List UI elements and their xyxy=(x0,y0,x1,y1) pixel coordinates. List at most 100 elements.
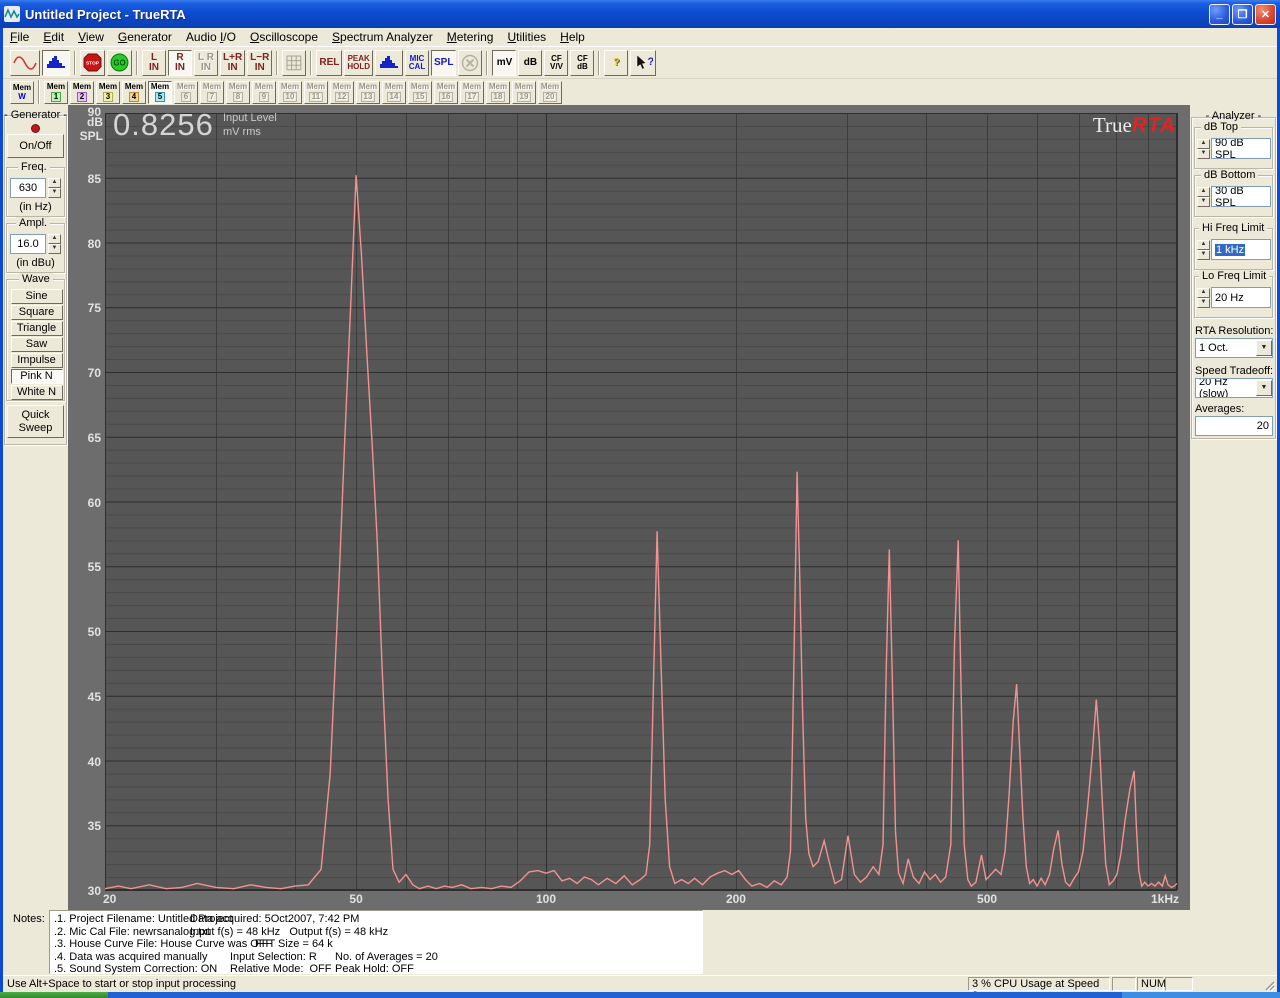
menu-spectrum-analyzer[interactable]: Spectrum Analyzer xyxy=(325,29,440,45)
notes-box[interactable]: .1. Project Filename: Untitled ProjectDa… xyxy=(49,910,703,974)
mem-4-button[interactable]: Mem4 xyxy=(122,81,146,104)
mem-7-button[interactable]: Mem7 xyxy=(200,81,224,104)
averages-input[interactable]: 20 xyxy=(1195,416,1273,436)
mem-button-number: 14 xyxy=(387,92,402,102)
db-units-button[interactable]: dB xyxy=(518,50,542,76)
freq-input[interactable]: 630 xyxy=(10,178,46,198)
mem-8-button[interactable]: Mem8 xyxy=(226,81,250,104)
wave-sine-button[interactable]: Sine xyxy=(11,289,63,304)
generator-onoff-button[interactable]: On/Off xyxy=(7,134,64,158)
lo-freq-spin-down[interactable]: ▼ xyxy=(1197,298,1210,308)
minimize-button[interactable]: _ xyxy=(1209,4,1230,25)
wave-triangle-button[interactable]: Triangle xyxy=(11,321,63,336)
mem-13-button[interactable]: Mem13 xyxy=(356,81,380,104)
mem-3-button[interactable]: Mem3 xyxy=(96,81,120,104)
menu-generator[interactable]: Generator xyxy=(111,29,179,45)
mem-2-button[interactable]: Mem2 xyxy=(70,81,94,104)
menu-utilities[interactable]: Utilities xyxy=(500,29,553,45)
peak-hold-button[interactable]: PEAKHOLD xyxy=(344,50,373,76)
relative-mode-button[interactable]: REL xyxy=(316,50,342,76)
freq-spin-up[interactable]: ▲ xyxy=(48,178,61,188)
mem-20-button[interactable]: Mem20 xyxy=(538,81,562,104)
left-input-button[interactable]: LIN xyxy=(142,50,166,76)
mem-1-button[interactable]: Mem1 xyxy=(44,81,68,104)
rta-resolution-combo[interactable]: 1 Oct. ▼ xyxy=(1195,338,1273,358)
menu-oscilloscope[interactable]: Oscilloscope xyxy=(243,29,325,45)
mem-17-button[interactable]: Mem17 xyxy=(460,81,484,104)
l-plus-r-input-button[interactable]: L+RIN xyxy=(220,50,245,76)
ampl-spin-up[interactable]: ▲ xyxy=(48,234,61,244)
spl-button[interactable]: SPL xyxy=(431,50,456,76)
mem-button-number: 15 xyxy=(413,92,428,102)
help-button[interactable]: ? xyxy=(604,50,628,76)
mem-15-button[interactable]: Mem15 xyxy=(408,81,432,104)
wave-white-n-button[interactable]: White N xyxy=(11,385,63,400)
mem-19-button[interactable]: Mem19 xyxy=(512,81,536,104)
quick-sweep-button[interactable]: Quick Sweep xyxy=(7,405,64,438)
stereo-input-button[interactable]: L RIN xyxy=(194,50,218,76)
lo-freq-input[interactable]: 20 Hz xyxy=(1211,287,1271,308)
resize-grip[interactable] xyxy=(1264,980,1276,992)
menu-view[interactable]: View xyxy=(71,29,111,45)
crest-factor-vv-button[interactable]: CFV/V xyxy=(544,50,568,76)
close-button[interactable]: ✕ xyxy=(1255,4,1276,25)
mem-9-button[interactable]: Mem9 xyxy=(252,81,276,104)
crest-factor-db-button[interactable]: CFdB xyxy=(570,50,594,76)
menu-metering[interactable]: Metering xyxy=(440,29,501,45)
clear-button[interactable] xyxy=(458,50,482,76)
plot-area xyxy=(68,105,1190,910)
freq-spin-down[interactable]: ▼ xyxy=(48,188,61,198)
hi-freq-input[interactable]: 1 kHz xyxy=(1211,239,1271,260)
mem-16-button[interactable]: Mem16 xyxy=(434,81,458,104)
x-tick-500: 500 xyxy=(972,892,1002,906)
title-bar[interactable]: Untitled Project - TrueRTA _ ❐ ✕ xyxy=(0,0,1280,28)
hi-freq-spin-up[interactable]: ▲ xyxy=(1197,240,1210,250)
mem-6-button[interactable]: Mem6 xyxy=(174,81,198,104)
db-bottom-spin-up[interactable]: ▲ xyxy=(1197,187,1210,197)
rta-display-button[interactable] xyxy=(42,50,70,76)
db-top-spin-up[interactable]: ▲ xyxy=(1197,139,1210,149)
speed-tradeoff-dropdown-icon[interactable]: ▼ xyxy=(1256,380,1272,396)
menu-audio-i-o[interactable]: Audio I/O xyxy=(179,29,243,45)
wave-impulse-button[interactable]: Impulse xyxy=(11,353,63,368)
app-icon[interactable] xyxy=(4,6,20,22)
menu-file[interactable]: File xyxy=(3,29,36,45)
taskbar[interactable] xyxy=(0,992,1280,998)
lo-freq-spin-up[interactable]: ▲ xyxy=(1197,288,1210,298)
db-units-button-label: dB xyxy=(524,58,537,68)
notes-line-5-col-2: Relative Mode: OFF xyxy=(230,963,331,975)
mem-10-button[interactable]: Mem10 xyxy=(278,81,302,104)
wave-pink-n-button[interactable]: Pink N xyxy=(11,369,63,384)
hi-freq-spin-down[interactable]: ▼ xyxy=(1197,250,1210,260)
db-top-spin-down[interactable]: ▼ xyxy=(1197,149,1210,159)
ampl-input[interactable]: 16.0 xyxy=(10,234,46,254)
db-top-input[interactable]: 90 dB SPL xyxy=(1211,138,1271,159)
db-bottom-input[interactable]: 30 dB SPL xyxy=(1211,186,1271,207)
wave-square-button[interactable]: Square xyxy=(11,305,63,320)
wave-saw-button[interactable]: Saw xyxy=(11,337,63,352)
mem-14-button[interactable]: Mem14 xyxy=(382,81,406,104)
mem-w-button[interactable]: MemW xyxy=(10,81,34,104)
rta-resolution-dropdown-icon[interactable]: ▼ xyxy=(1256,340,1272,356)
graticule-button[interactable] xyxy=(282,50,306,76)
speed-tradeoff-combo[interactable]: 20 Hz (slow) ▼ xyxy=(1195,378,1273,398)
stop-button[interactable]: STOP xyxy=(80,50,105,76)
mem-18-button[interactable]: Mem18 xyxy=(486,81,510,104)
mic-cal-button[interactable]: MICCAL xyxy=(405,50,429,76)
l-minus-r-input-button[interactable]: L−RIN xyxy=(247,50,272,76)
mem-5-button[interactable]: Mem5 xyxy=(148,81,172,104)
spectrum-bars-button[interactable] xyxy=(375,50,403,76)
mem-12-button[interactable]: Mem12 xyxy=(330,81,354,104)
menu-help[interactable]: Help xyxy=(553,29,592,45)
mv-units-button[interactable]: mV xyxy=(492,50,516,76)
go-button[interactable]: GO xyxy=(107,50,132,76)
start-button[interactable] xyxy=(0,992,108,998)
ampl-spin-down[interactable]: ▼ xyxy=(48,244,61,254)
db-bottom-spin-down[interactable]: ▼ xyxy=(1197,197,1210,207)
menu-edit[interactable]: Edit xyxy=(36,29,71,45)
right-input-button[interactable]: RIN xyxy=(168,50,192,76)
context-help-button[interactable]: ? xyxy=(630,50,656,76)
sine-generator-button[interactable] xyxy=(10,50,40,76)
mem-11-button[interactable]: Mem11 xyxy=(304,81,328,104)
maximize-button[interactable]: ❐ xyxy=(1232,4,1253,25)
